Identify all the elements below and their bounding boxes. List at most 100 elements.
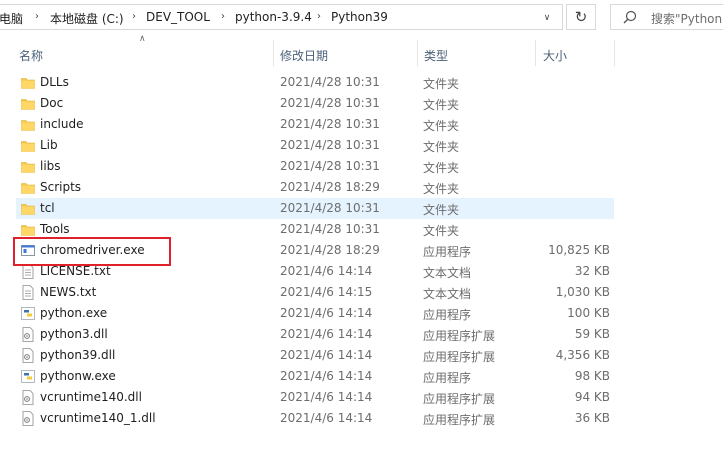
file-modified-date: 2021/4/28 10:31 [280, 159, 380, 173]
file-row[interactable]: NEWS.txt 2021/4/6 14:15 文本文档 1,030 KB [16, 282, 614, 303]
file-name: Lib [40, 138, 58, 152]
file-row[interactable]: tcl 2021/4/28 10:31 文件夹 [16, 198, 614, 219]
file-row[interactable]: vcruntime140_1.dll 2021/4/6 14:14 应用程序扩展 36… [16, 408, 614, 429]
folder-icon [21, 78, 35, 89]
file-type: 应用程序 [423, 308, 472, 322]
file-modified-date: 2021/4/28 10:31 [280, 75, 380, 89]
file-type: 应用程序 [423, 245, 472, 259]
search-icon [623, 10, 637, 24]
breadcrumb-chevron-icon[interactable]: › [317, 11, 321, 22]
file-type: 应用程序 [423, 371, 472, 385]
file-row[interactable]: pythonw.exe 2021/4/6 14:14 应用程序 98 KB [16, 366, 614, 387]
file-modified-date: 2021/4/6 14:14 [280, 264, 373, 278]
file-size: 100 KB [567, 306, 610, 320]
file-size: 36 KB [574, 411, 610, 425]
file-row[interactable]: libs 2021/4/28 10:31 文件夹 [16, 156, 614, 177]
file-row[interactable]: Doc 2021/4/28 10:31 文件夹 [16, 93, 614, 114]
file-name: Tools [40, 222, 70, 236]
address-bar[interactable]: 电脑 › 本地磁盘 (C:) › DEV_TOOL › python-3.9.4… [0, 4, 563, 30]
dll-icon [22, 390, 34, 405]
column-divider[interactable] [417, 40, 418, 66]
file-modified-date: 2021/4/28 10:31 [280, 222, 380, 236]
search-box[interactable]: 搜索"Python39" [610, 4, 723, 30]
file-type: 应用程序扩展 [423, 329, 496, 343]
column-divider[interactable] [273, 40, 274, 66]
file-row[interactable]: Scripts 2021/4/28 18:29 文件夹 [16, 177, 614, 198]
column-header-type[interactable]: 类型 [424, 47, 448, 64]
folder-icon [21, 225, 35, 236]
file-type: 文件夹 [423, 203, 460, 217]
breadcrumb-python-394[interactable]: python-3.9.4 [235, 10, 312, 24]
file-name: libs [40, 159, 61, 173]
file-size: 10,825 KB [548, 243, 610, 257]
column-divider[interactable] [614, 40, 615, 66]
file-name: python.exe [40, 306, 108, 320]
column-header-name[interactable]: 名称 [19, 47, 43, 64]
folder-icon [21, 183, 35, 194]
file-modified-date: 2021/4/28 10:31 [280, 138, 380, 152]
folder-icon [21, 162, 35, 173]
file-name: tcl [40, 201, 55, 215]
file-size: 32 KB [574, 264, 610, 278]
red-highlight-box [13, 237, 171, 266]
column-header-date[interactable]: 修改日期 [280, 47, 328, 64]
file-size: 94 KB [574, 390, 610, 404]
folder-icon [21, 99, 35, 110]
dll-icon [22, 327, 34, 342]
breadcrumb-python39[interactable]: Python39 [331, 10, 388, 24]
file-name: python39.dll [40, 348, 116, 362]
file-row[interactable]: vcruntime140.dll 2021/4/6 14:14 应用程序扩展 94 K… [16, 387, 614, 408]
dll-icon [22, 411, 34, 426]
file-row[interactable]: python39.dll 2021/4/6 14:14 应用程序扩展 4,356 KB [16, 345, 614, 366]
file-type: 文件夹 [423, 182, 460, 196]
file-row[interactable]: python.exe 2021/4/6 14:14 应用程序 100 KB [16, 303, 614, 324]
file-row[interactable]: DLLs 2021/4/28 10:31 文件夹 [16, 72, 614, 93]
file-type: 文件夹 [423, 98, 460, 112]
file-type: 文件夹 [423, 77, 460, 91]
file-type: 文本文档 [423, 266, 472, 280]
file-name: include [40, 117, 84, 131]
python-icon [21, 370, 35, 383]
column-divider[interactable] [535, 40, 536, 66]
file-modified-date: 2021/4/28 10:31 [280, 201, 380, 215]
file-modified-date: 2021/4/28 18:29 [280, 180, 380, 194]
file-name: LICENSE.txt [40, 264, 111, 278]
folder-icon [21, 204, 35, 215]
file-row[interactable]: include 2021/4/28 10:31 文件夹 [16, 114, 614, 135]
file-size: 98 KB [574, 369, 610, 383]
file-modified-date: 2021/4/6 14:15 [280, 285, 373, 299]
breadcrumb-this-pc[interactable]: 电脑 [0, 10, 23, 27]
refresh-button[interactable]: ↻ [566, 4, 596, 30]
file-size: 59 KB [574, 327, 610, 341]
file-modified-date: 2021/4/6 14:14 [280, 348, 373, 362]
file-size: 1,030 KB [555, 285, 610, 299]
file-row[interactable]: python3.dll 2021/4/6 14:14 应用程序扩展 59 KB [16, 324, 614, 345]
text-file-icon [22, 285, 34, 300]
file-modified-date: 2021/4/28 10:31 [280, 117, 380, 131]
file-type: 文件夹 [423, 224, 460, 238]
breadcrumb-chevron-icon[interactable]: › [132, 11, 136, 22]
file-modified-date: 2021/4/6 14:14 [280, 369, 373, 383]
file-row[interactable]: Lib 2021/4/28 10:31 文件夹 [16, 135, 614, 156]
column-header-size[interactable]: 大小 [543, 47, 567, 64]
file-name: DLLs [40, 75, 69, 89]
breadcrumb-local-disk[interactable]: 本地磁盘 (C:) [50, 10, 124, 27]
file-name: NEWS.txt [40, 285, 97, 299]
sort-ascending-icon: ∧ [139, 34, 146, 44]
toolbar: 电脑 › 本地磁盘 (C:) › DEV_TOOL › python-3.9.4… [0, 0, 723, 36]
breadcrumb-dev-tool[interactable]: DEV_TOOL [146, 10, 210, 24]
address-dropdown-chevron-icon[interactable]: ∨ [539, 10, 555, 26]
breadcrumb-chevron-icon[interactable]: › [221, 11, 225, 22]
file-type: 文件夹 [423, 161, 460, 175]
folder-icon [21, 120, 35, 131]
file-name: Doc [40, 96, 64, 110]
file-name: vcruntime140_1.dll [40, 411, 156, 425]
search-input[interactable]: 搜索"Python39" [651, 10, 723, 27]
file-type: 应用程序扩展 [423, 413, 496, 427]
breadcrumb-chevron-icon[interactable]: › [35, 11, 39, 22]
file-name: python3.dll [40, 327, 108, 341]
file-modified-date: 2021/4/28 18:29 [280, 243, 380, 257]
file-type: 应用程序扩展 [423, 350, 496, 364]
folder-icon [21, 141, 35, 152]
file-modified-date: 2021/4/6 14:14 [280, 411, 373, 425]
